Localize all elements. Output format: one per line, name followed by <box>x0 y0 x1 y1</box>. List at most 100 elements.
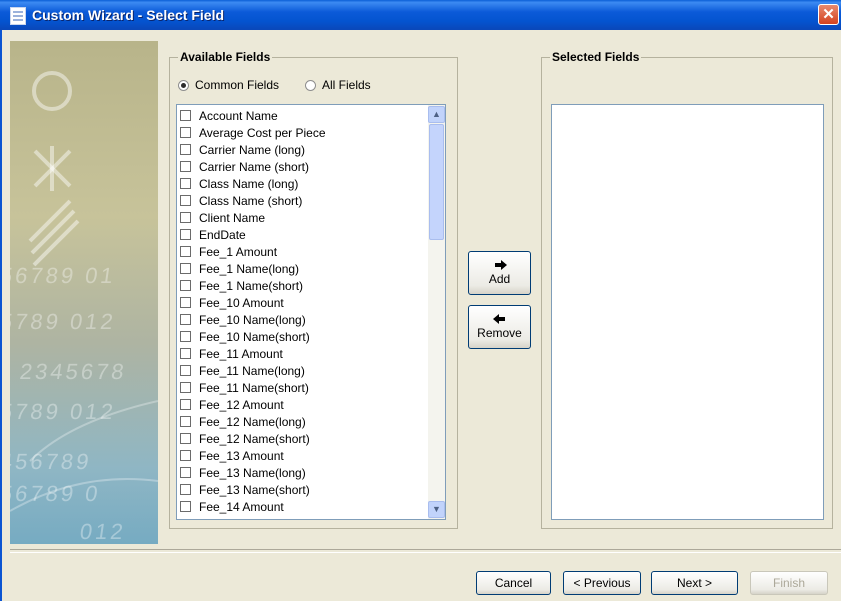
list-item-label: Class Name (long) <box>199 176 299 191</box>
list-item-label: Fee_11 Name(short) <box>199 380 309 395</box>
list-item-label: Fee_13 Name(long) <box>199 465 306 480</box>
list-item[interactable]: Carrier Name (short) <box>180 158 326 175</box>
list-item[interactable]: Fee_1 Amount <box>180 243 326 260</box>
checkbox[interactable] <box>180 195 191 206</box>
checkbox[interactable] <box>180 178 191 189</box>
list-item-label: Class Name (short) <box>199 193 303 208</box>
all-fields-radio[interactable]: All Fields <box>305 78 371 92</box>
digits-row: 456789 <box>10 449 94 474</box>
list-item-label: Carrier Name (long) <box>199 142 306 157</box>
common-fields-label: Common Fields <box>195 78 280 92</box>
checkbox[interactable] <box>180 450 191 461</box>
checkbox[interactable] <box>180 382 191 393</box>
scroll-down-icon[interactable]: ▼ <box>428 501 445 518</box>
title-bar[interactable]: Custom Wizard - Select Field ✕ <box>0 0 841 30</box>
list-item[interactable]: Fee_11 Amount <box>180 345 326 362</box>
checkbox[interactable] <box>180 297 191 308</box>
wizard-side-image: 56789 01 5789 012 2345678 5789 012 45678… <box>10 41 158 544</box>
next-button[interactable]: Next > <box>651 571 738 595</box>
list-item[interactable]: Client Name <box>180 209 326 226</box>
checkbox[interactable] <box>180 433 191 444</box>
checkbox[interactable] <box>180 263 191 274</box>
list-item[interactable]: Fee_1 Name(short) <box>180 277 326 294</box>
selected-fields-title: Selected Fields <box>550 50 642 64</box>
digits-row: 5789 012 <box>10 399 118 424</box>
checkbox[interactable] <box>180 161 191 172</box>
digits-row: 56789 0 <box>10 481 103 506</box>
list-item-label: Fee_13 Name(short) <box>199 482 310 497</box>
list-item-label: Carrier Name (short) <box>199 159 310 174</box>
checkbox[interactable] <box>180 127 191 138</box>
list-item[interactable]: EndDate <box>180 226 326 243</box>
remove-button[interactable]: Remove <box>468 305 531 349</box>
checkbox[interactable] <box>180 348 191 359</box>
checkbox[interactable] <box>180 365 191 376</box>
selected-fields-list[interactable] <box>551 104 824 520</box>
list-item-label: Fee_11 Name(long) <box>199 363 305 378</box>
remove-label: Remove <box>477 326 522 340</box>
available-fields-title: Available Fields <box>178 50 273 64</box>
checkbox[interactable] <box>180 416 191 427</box>
cancel-button[interactable]: Cancel <box>476 571 551 595</box>
window-title: Custom Wizard - Select Field <box>32 7 225 23</box>
digits-row: 012 <box>78 519 128 544</box>
document-icon <box>10 7 26 25</box>
list-item[interactable]: Account Name <box>180 107 326 124</box>
list-item-label: Fee_10 Name(short) <box>199 329 310 344</box>
available-fields-items: Account Name Average Cost per Piece Carrie… <box>180 107 326 515</box>
checkbox[interactable] <box>180 246 191 257</box>
list-item[interactable]: Fee_12 Amount <box>180 396 326 413</box>
list-item-label: Fee_13 Amount <box>199 448 284 463</box>
list-item[interactable]: Fee_11 Name(long) <box>180 362 326 379</box>
close-button[interactable]: ✕ <box>818 4 839 25</box>
add-button[interactable]: Add <box>468 251 531 295</box>
scroll-up-icon[interactable]: ▲ <box>428 106 445 123</box>
list-item[interactable]: Class Name (long) <box>180 175 326 192</box>
list-item[interactable]: Fee_14 Amount <box>180 498 326 515</box>
list-item[interactable]: Fee_10 Name(short) <box>180 328 326 345</box>
list-item-label: Fee_14 Amount <box>199 499 284 514</box>
list-item-label: Fee_12 Name(short) <box>199 431 310 446</box>
all-fields-label: All Fields <box>322 78 371 92</box>
list-item-label: Fee_12 Name(long) <box>199 414 306 429</box>
list-item-label: Fee_1 Name(short) <box>199 278 304 293</box>
list-item[interactable]: Fee_13 Name(long) <box>180 464 326 481</box>
finish-button[interactable]: Finish <box>750 571 828 595</box>
checkbox[interactable] <box>180 212 191 223</box>
list-item-label: Account Name <box>199 108 278 123</box>
list-item[interactable]: Fee_13 Amount <box>180 447 326 464</box>
checkbox[interactable] <box>180 229 191 240</box>
footer-separator <box>10 549 841 553</box>
list-item-label: Fee_12 Amount <box>199 397 284 412</box>
list-item-label: Fee_1 Name(long) <box>199 261 300 276</box>
list-item[interactable]: Fee_10 Amount <box>180 294 326 311</box>
list-item[interactable]: Fee_1 Name(long) <box>180 260 326 277</box>
checkbox[interactable] <box>180 280 191 291</box>
list-item[interactable]: Fee_12 Name(short) <box>180 430 326 447</box>
previous-button[interactable]: < Previous <box>563 571 641 595</box>
list-item[interactable]: Fee_11 Name(short) <box>180 379 326 396</box>
checkbox[interactable] <box>180 110 191 121</box>
scroll-thumb[interactable] <box>429 124 444 240</box>
list-item[interactable]: Fee_10 Name(long) <box>180 311 326 328</box>
available-fields-list[interactable]: Account Name Average Cost per Piece Carrie… <box>176 104 446 520</box>
checkbox[interactable] <box>180 467 191 478</box>
checkbox[interactable] <box>180 331 191 342</box>
window-left-border <box>0 30 2 601</box>
list-item[interactable]: Carrier Name (long) <box>180 141 326 158</box>
checkbox[interactable] <box>180 501 191 512</box>
left-arrow-icon <box>492 314 505 324</box>
list-item[interactable]: Class Name (short) <box>180 192 326 209</box>
digits-row: 56789 01 <box>10 263 118 288</box>
list-item[interactable]: Fee_12 Name(long) <box>180 413 326 430</box>
available-fields-scrollbar[interactable]: ▲ ▼ <box>428 105 445 519</box>
list-item-label: Fee_11 Amount <box>199 346 283 361</box>
checkbox[interactable] <box>180 314 191 325</box>
checkbox[interactable] <box>180 399 191 410</box>
common-fields-radio[interactable]: Common Fields <box>178 78 279 92</box>
checkbox[interactable] <box>180 144 191 155</box>
radio-selected-icon <box>178 79 189 91</box>
list-item[interactable]: Average Cost per Piece <box>180 124 326 141</box>
checkbox[interactable] <box>180 484 191 495</box>
list-item[interactable]: Fee_13 Name(short) <box>180 481 326 498</box>
